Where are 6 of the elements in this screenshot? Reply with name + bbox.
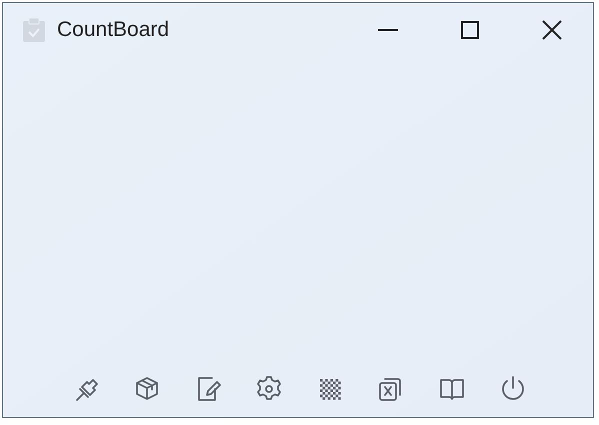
maximize-icon <box>461 21 479 39</box>
window-title: CountBoard <box>57 17 170 44</box>
close-icon <box>542 20 562 40</box>
clipboard-icon <box>21 17 47 43</box>
settings-icon <box>254 375 282 403</box>
minimize-icon <box>378 29 398 31</box>
